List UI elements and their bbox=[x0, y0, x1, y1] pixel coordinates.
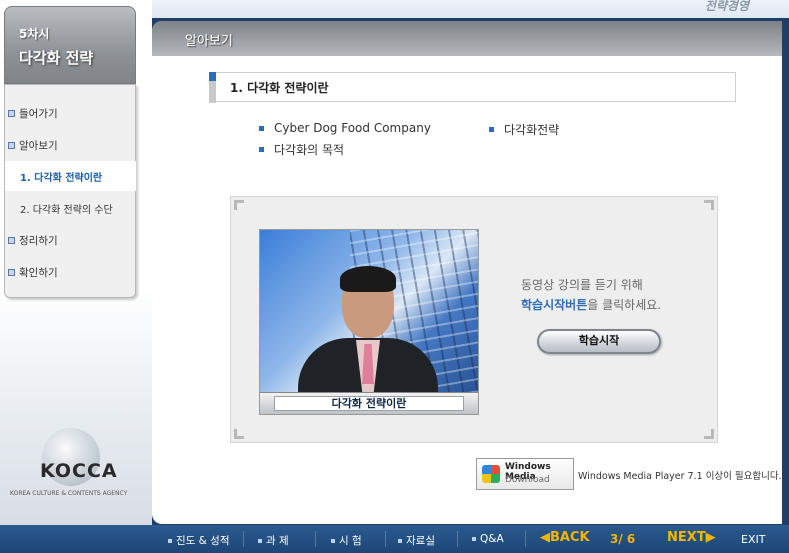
bullet-icon bbox=[472, 537, 476, 541]
nav-qa-label: Q&A bbox=[480, 533, 504, 545]
kocca-logo-area: KOCCA KOREA CULTURE & CONTENTS AGENCY bbox=[0, 380, 152, 525]
video-instruction: 동영상 강의를 듣기 위해 학습시작버튼을 클릭하세요. bbox=[521, 275, 701, 315]
section-marker-shade bbox=[209, 81, 216, 103]
frame-corner bbox=[234, 429, 244, 439]
section-marker-icon bbox=[209, 72, 216, 81]
nav-assignment[interactable]: 과 제 bbox=[258, 533, 289, 548]
windows-logo-icon bbox=[482, 465, 500, 483]
menu-item-intro[interactable]: 들어가기 bbox=[5, 98, 136, 128]
instruction-suffix: 을 클릭하세요. bbox=[587, 298, 662, 312]
menu-item-quiz[interactable]: 확인하기 bbox=[5, 257, 136, 287]
wmp-requirement-note: Windows Media Player 7.1 이상이 필요합니다. bbox=[578, 471, 782, 482]
lesson-menu: 들어가기 알아보기 1. 다각화 전략이란 2. 다각화 전략의 수단 정리하기… bbox=[4, 84, 136, 298]
start-learning-button[interactable]: 학습시작 bbox=[537, 329, 661, 354]
nav-library-label: 자료실 bbox=[406, 535, 435, 547]
bullet-icon bbox=[8, 141, 15, 149]
bullet-icon bbox=[259, 147, 264, 152]
topic-item: Cyber Dog Food Company bbox=[259, 121, 431, 135]
bullet-icon bbox=[8, 268, 15, 276]
page-title: 알아보기 bbox=[185, 34, 233, 49]
video-panel: 다각화 전략이란 동영상 강의를 듣기 위해 학습시작버튼을 클릭하세요. 학습… bbox=[230, 196, 718, 443]
section-title-text: 1. 다각화 전략이란 bbox=[230, 81, 329, 95]
kocca-subtitle: KOREA CULTURE & CONTENTS AGENCY bbox=[10, 490, 128, 497]
main-header: 알아보기 bbox=[152, 21, 782, 56]
menu-item-learn[interactable]: 알아보기 bbox=[5, 130, 136, 160]
nav-divider bbox=[243, 531, 244, 547]
bullet-icon bbox=[8, 236, 15, 244]
menu-item-label: 정리하기 bbox=[19, 234, 58, 247]
frame-corner bbox=[704, 200, 714, 210]
topic-label: 다각화의 목적 bbox=[274, 143, 345, 157]
bullet-icon bbox=[331, 538, 335, 543]
nav-library[interactable]: 자료실 bbox=[398, 533, 435, 548]
main-panel: 알아보기 1. 다각화 전략이란 Cyber Dog Food Company … bbox=[152, 21, 782, 524]
instruction-line-1: 동영상 강의를 듣기 위해 bbox=[521, 278, 643, 292]
nav-divider bbox=[315, 531, 316, 547]
nav-exam-label: 시 험 bbox=[339, 535, 362, 547]
nav-qa[interactable]: Q&A bbox=[472, 533, 504, 545]
menu-item-label: 1. 다각화 전략이란 bbox=[20, 172, 103, 184]
frame-corner bbox=[704, 429, 714, 439]
menu-item-label: 2. 다각화 전략의 수단 bbox=[20, 204, 113, 216]
topic-label: 다각화전략 bbox=[504, 123, 560, 137]
video-thumbnail[interactable]: 다각화 전략이란 bbox=[259, 229, 479, 415]
lesson-number: 5차시 bbox=[19, 27, 50, 41]
bullet-icon bbox=[398, 538, 402, 543]
bullet-icon bbox=[489, 127, 494, 132]
lecturer-hair bbox=[340, 266, 396, 292]
frame-corner bbox=[234, 200, 244, 210]
topic-item: 다각화전략 bbox=[489, 121, 559, 138]
back-button[interactable]: ◀BACK bbox=[540, 530, 590, 545]
nav-divider bbox=[525, 531, 526, 547]
sidebar: 5차시 다각화 전략 들어가기 알아보기 1. 다각화 전략이란 2. 다각화 … bbox=[0, 0, 152, 525]
topic-item: 다각화의 목적 bbox=[259, 141, 344, 158]
menu-item-strategy-definition[interactable]: 1. 다각화 전략이란 bbox=[5, 161, 136, 191]
bullet-icon bbox=[258, 538, 262, 543]
nav-progress-label: 진도 & 성적 bbox=[176, 535, 230, 547]
bottom-nav: 진도 & 성적 과 제 시 험 자료실 Q&A ◀BACK 3/ 6 NEXT▶… bbox=[0, 525, 789, 553]
nav-divider bbox=[385, 531, 386, 547]
video-caption: 다각화 전략이란 bbox=[274, 396, 464, 411]
nav-assignment-label: 과 제 bbox=[266, 535, 289, 547]
lesson-title: 다각화 전략 bbox=[19, 49, 94, 67]
wmp-download-button[interactable]: Windows Media Download bbox=[476, 458, 574, 490]
exit-button[interactable]: EXIT bbox=[741, 533, 765, 546]
bullet-icon bbox=[259, 125, 264, 131]
lesson-header: 5차시 다각화 전략 bbox=[4, 6, 136, 84]
wmp-badge-subtitle: Download bbox=[505, 475, 550, 485]
nav-divider bbox=[457, 531, 458, 547]
menu-item-summary[interactable]: 정리하기 bbox=[5, 225, 136, 255]
menu-item-label: 들어가기 bbox=[19, 107, 58, 120]
page-indicator: 3/ 6 bbox=[610, 532, 636, 546]
section-title: 1. 다각화 전략이란 bbox=[209, 72, 736, 103]
menu-item-strategy-means[interactable]: 2. 다각화 전략의 수단 bbox=[5, 193, 136, 223]
kocca-logo: KOCCA bbox=[40, 460, 118, 482]
instruction-line-2: 학습시작버튼을 클릭하세요. bbox=[521, 295, 701, 315]
menu-item-label: 확인하기 bbox=[19, 266, 58, 279]
menu-item-label: 알아보기 bbox=[19, 139, 58, 152]
next-button[interactable]: NEXT▶ bbox=[667, 530, 716, 545]
video-caption-bar: 다각화 전략이란 bbox=[260, 392, 478, 414]
bullet-icon bbox=[8, 109, 15, 117]
topic-label: Cyber Dog Food Company bbox=[274, 121, 431, 135]
instruction-highlight: 학습시작버튼 bbox=[521, 298, 588, 312]
nav-progress[interactable]: 진도 & 성적 bbox=[168, 533, 230, 548]
nav-exam[interactable]: 시 험 bbox=[331, 533, 362, 548]
bullet-icon bbox=[168, 538, 172, 543]
course-brand: 전략경영 bbox=[704, 0, 749, 13]
